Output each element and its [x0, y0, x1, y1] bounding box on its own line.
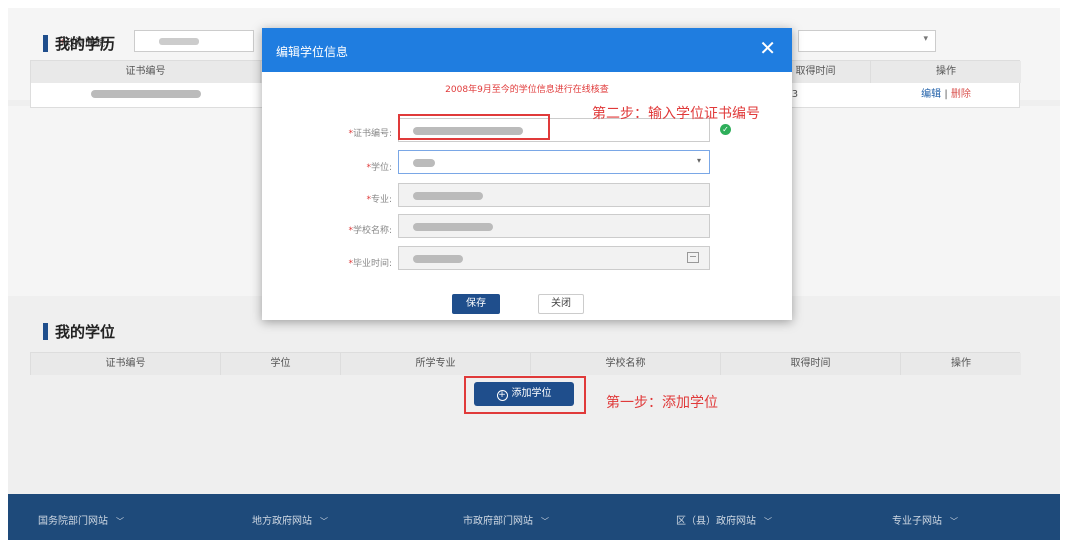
footer: 国务院部门网站 ﹀ 地方政府网站 ﹀ 市政府部门网站 ﹀ 区（县）政府网站 ﹀ 专业子网… — [8, 494, 1060, 540]
school-name-input — [398, 214, 710, 238]
degree-label: *学位: — [366, 163, 392, 173]
graduation-date-input — [398, 246, 710, 270]
check-icon: ✓ — [720, 124, 731, 135]
calendar-icon — [687, 252, 699, 263]
annotation-box-step1 — [464, 376, 586, 414]
degree-select[interactable]: ▾ — [398, 150, 710, 174]
edit-degree-modal: 编辑学位信息 ✕ 2008年9月至今的学位信息进行在线核查 *证书编号: ✓ *… — [262, 28, 792, 320]
chevron-down-icon: ﹀ — [541, 517, 549, 526]
cert-number-label: *证书编号: — [348, 129, 392, 139]
close-button[interactable]: 关闭 — [538, 294, 584, 314]
page-background: *政治面貌: ▾ 我的学历 证书编号 取得时间 操作 06-23 编辑 | 删除… — [8, 8, 1060, 540]
column-header: 所学专业 — [341, 353, 531, 375]
close-icon[interactable]: ✕ — [759, 36, 776, 60]
footer-link[interactable]: 专业子网站 ﹀ — [892, 512, 958, 527]
school-name-label: *学校名称: — [348, 226, 392, 236]
verification-notice: 2008年9月至今的学位信息进行在线核查 — [445, 85, 609, 95]
column-header: 证书编号 — [31, 61, 261, 83]
footer-link[interactable]: 地方政府网站 ﹀ — [252, 512, 328, 527]
redacted-value — [159, 38, 199, 45]
footer-link[interactable]: 区（县）政府网站 ﹀ — [676, 512, 772, 527]
major-label: *专业: — [366, 195, 392, 205]
column-header: 操作 — [871, 61, 1021, 83]
column-header: 证书编号 — [31, 353, 221, 375]
modal-header: 编辑学位信息 ✕ — [262, 28, 792, 72]
footer-link[interactable]: 国务院部门网站 ﹀ — [38, 512, 124, 527]
separator: | — [944, 89, 948, 100]
edit-link[interactable]: 编辑 — [921, 89, 941, 100]
chevron-down-icon: ﹀ — [320, 517, 328, 526]
annotation-step1: 第一步：添加学位 — [606, 395, 718, 411]
modal-title: 编辑学位信息 — [276, 45, 349, 59]
annotation-box-step2 — [398, 114, 550, 140]
chevron-down-icon: ▾ — [696, 156, 701, 165]
chevron-down-icon: ﹀ — [764, 517, 772, 526]
graduation-date-label: *毕业时间: — [348, 259, 392, 269]
column-header: 操作 — [901, 353, 1021, 375]
degree-table: 证书编号 学位 所学专业 学校名称 取得时间 操作 — [30, 352, 1021, 375]
column-header: 取得时间 — [721, 353, 901, 375]
degree-section-title: 我的学位 — [43, 321, 115, 342]
secondary-select[interactable]: ▾ — [798, 30, 936, 52]
annotation-step2: 第二步：输入学位证书编号 — [592, 106, 760, 122]
chevron-down-icon: ﹀ — [116, 517, 124, 526]
table-cell: 编辑 | 删除 — [871, 84, 1021, 106]
table-cell — [31, 84, 261, 106]
education-section-title: 我的学历 — [43, 33, 115, 54]
chevron-down-icon: ▾ — [923, 34, 928, 44]
delete-link[interactable]: 删除 — [951, 89, 971, 100]
column-header: 学位 — [221, 353, 341, 375]
political-select[interactable] — [134, 30, 254, 52]
footer-link[interactable]: 市政府部门网站 ﹀ — [463, 512, 549, 527]
major-input — [398, 183, 710, 207]
save-button[interactable]: 保存 — [452, 294, 500, 314]
chevron-down-icon: ﹀ — [950, 517, 958, 526]
column-header: 学校名称 — [531, 353, 721, 375]
